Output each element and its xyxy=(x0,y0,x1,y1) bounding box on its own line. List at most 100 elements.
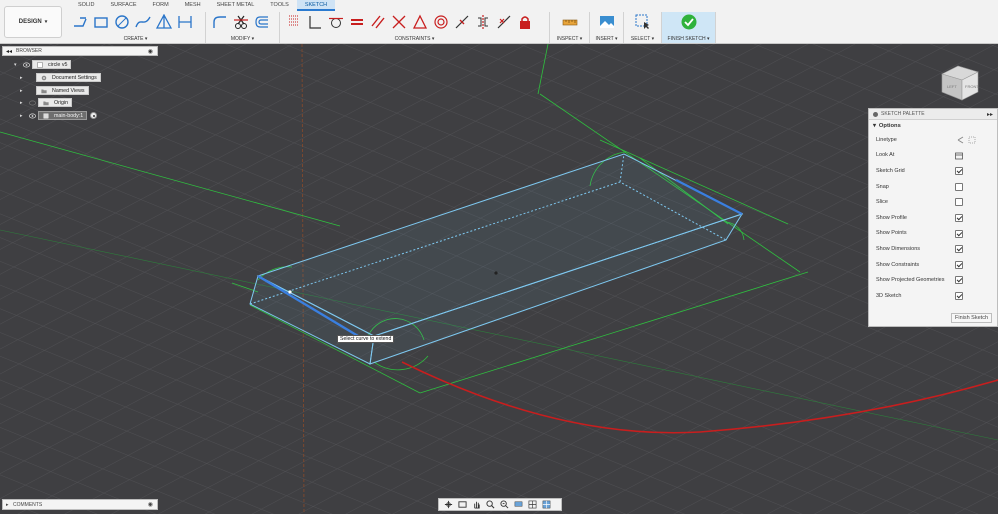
polygon-tool-icon[interactable] xyxy=(153,12,174,32)
palette-row-snap: Snap xyxy=(869,179,997,195)
tab-sketch[interactable]: SKETCH xyxy=(296,0,336,11)
trim-tool-icon[interactable] xyxy=(230,12,251,32)
show-projected-checkbox[interactable] xyxy=(955,276,963,285)
create-menu[interactable]: CREATE ▾ xyxy=(66,36,205,42)
show-constraints-checkbox[interactable] xyxy=(955,260,963,269)
tab-tools[interactable]: TOOLS xyxy=(262,0,297,11)
tree-item-document-settings[interactable]: ▸ Document Settings xyxy=(20,73,101,82)
spline-tool-icon[interactable] xyxy=(132,12,153,32)
tree-node[interactable]: Document Settings xyxy=(36,73,101,82)
sketch-point[interactable] xyxy=(288,290,292,294)
checkmark-icon[interactable] xyxy=(678,12,699,32)
activate-radio-icon[interactable] xyxy=(90,112,98,119)
workspace-label: DESIGN xyxy=(18,19,42,25)
tab-surface[interactable]: SURFACE xyxy=(103,0,145,11)
tab-sheet-metal[interactable]: SHEET METAL xyxy=(209,0,263,11)
collinear-icon[interactable] xyxy=(388,12,409,32)
sketch-grid-checkbox[interactable] xyxy=(955,167,963,176)
tree-item-origin[interactable]: ▸ Origin xyxy=(20,98,73,107)
fix-icon[interactable] xyxy=(493,12,514,32)
orbit-icon[interactable] xyxy=(442,500,454,510)
zoom-window-icon[interactable] xyxy=(498,500,510,510)
visibility-eye-icon[interactable] xyxy=(23,62,30,68)
tree-node[interactable]: Named Views xyxy=(36,86,89,95)
expand-right-icon[interactable]: ▸ xyxy=(20,88,26,94)
expand-right-icon[interactable]: ▸ xyxy=(6,502,9,508)
triangle-icon[interactable] xyxy=(409,12,430,32)
viewcube-front-face[interactable]: FRONT xyxy=(965,84,979,89)
offset-tool-icon[interactable] xyxy=(251,12,272,32)
collapse-icon[interactable]: ◂◂ xyxy=(6,48,12,55)
tree-node[interactable]: main-body:1 xyxy=(38,111,88,120)
look-at-icon[interactable] xyxy=(955,152,963,160)
browser-panel-header[interactable]: ◂◂ BROWSER ◉ xyxy=(2,46,158,56)
circle-tool-icon[interactable] xyxy=(111,12,132,32)
perpendicular-icon[interactable] xyxy=(304,12,325,32)
show-dimensions-checkbox[interactable] xyxy=(955,245,963,254)
inspect-menu[interactable]: INSPECT ▾ xyxy=(550,36,589,42)
visibility-eye-icon[interactable] xyxy=(29,113,36,119)
tree-item-named-views[interactable]: ▸ Named Views xyxy=(20,86,89,95)
concentric-icon[interactable] xyxy=(430,12,451,32)
tree-node[interactable]: Origin xyxy=(38,98,73,107)
show-points-checkbox[interactable] xyxy=(955,229,963,238)
snap-checkbox[interactable] xyxy=(955,182,963,191)
tree-item-main-body[interactable]: ▸ main-body:1 xyxy=(20,111,98,120)
viewcube-left-face[interactable]: LEFT xyxy=(947,84,957,89)
show-profile-checkbox[interactable] xyxy=(955,213,963,222)
pan-hand-icon[interactable] xyxy=(470,500,482,510)
modify-menu[interactable]: MODIFY ▾ xyxy=(206,36,279,42)
tab-solid[interactable]: SOLID xyxy=(70,0,103,11)
finish-sketch-button[interactable]: Finish Sketch xyxy=(950,313,992,323)
sketch-point[interactable] xyxy=(494,271,498,275)
row-label: Show Projected Geometries xyxy=(876,277,945,284)
expand-icon[interactable]: ▸▸ xyxy=(987,111,993,118)
finish-sketch-group[interactable]: FINISH SKETCH ▾ xyxy=(662,12,716,43)
canvas-viewport[interactable] xyxy=(0,44,998,514)
dimension-tool-icon[interactable] xyxy=(174,12,195,32)
symmetry-icon[interactable] xyxy=(472,12,493,32)
options-label: Options xyxy=(878,123,901,129)
viewcube[interactable]: LEFT FRONT xyxy=(934,58,986,104)
palette-row-show-projected: Show Projected Geometries xyxy=(869,272,997,288)
constraints-menu[interactable]: CONSTRAINTS ▾ xyxy=(280,36,549,42)
expand-right-icon[interactable]: ▸ xyxy=(20,100,26,106)
look-at-icon[interactable] xyxy=(456,500,468,510)
tangent-icon[interactable] xyxy=(325,12,346,32)
3d-sketch-checkbox[interactable] xyxy=(955,291,963,300)
workspace-switcher[interactable]: DESIGN ▾ xyxy=(4,6,62,38)
image-icon[interactable] xyxy=(596,12,617,32)
expand-right-icon[interactable]: ▸ xyxy=(20,75,26,81)
tree-item-document[interactable]: ▾ circle v5 xyxy=(14,60,72,69)
select-menu[interactable]: SELECT ▾ xyxy=(624,36,661,42)
tab-form[interactable]: FORM xyxy=(145,0,177,11)
tab-mesh[interactable]: MESH xyxy=(177,0,209,11)
visibility-eye-hidden-icon[interactable] xyxy=(29,100,36,106)
palette-header[interactable]: SKETCH PALETTE ▸▸ xyxy=(869,109,997,120)
measure-icon[interactable] xyxy=(559,12,580,32)
insert-menu[interactable]: INSERT ▾ xyxy=(590,36,623,42)
midpoint-icon[interactable] xyxy=(451,12,472,32)
display-settings-icon[interactable] xyxy=(512,500,524,510)
parallel-icon[interactable] xyxy=(367,12,388,32)
coincident-icon[interactable] xyxy=(283,12,304,32)
select-box-icon[interactable] xyxy=(632,12,653,32)
rectangle-tool-icon[interactable] xyxy=(90,12,111,32)
comments-panel[interactable]: ▸ COMMENTS ◉ xyxy=(2,499,158,510)
zoom-icon[interactable] xyxy=(484,500,496,510)
equal-icon[interactable] xyxy=(346,12,367,32)
grid-settings-icon[interactable] xyxy=(526,500,538,510)
finish-sketch-menu[interactable]: FINISH SKETCH ▾ xyxy=(662,36,715,42)
expand-down-icon[interactable]: ▾ xyxy=(14,62,20,68)
tree-node[interactable]: circle v5 xyxy=(32,60,72,69)
pin-icon[interactable]: ◉ xyxy=(148,48,153,55)
options-section[interactable]: ▾ Options xyxy=(869,120,997,132)
slice-checkbox[interactable] xyxy=(955,198,963,207)
viewports-icon[interactable] xyxy=(540,500,552,510)
linetype-icon[interactable] xyxy=(957,136,977,144)
line-tool-icon[interactable] xyxy=(69,12,90,32)
lock-icon[interactable] xyxy=(514,12,535,32)
pin-icon[interactable]: ◉ xyxy=(148,501,153,508)
fillet-tool-icon[interactable] xyxy=(209,12,230,32)
expand-right-icon[interactable]: ▸ xyxy=(20,113,26,119)
